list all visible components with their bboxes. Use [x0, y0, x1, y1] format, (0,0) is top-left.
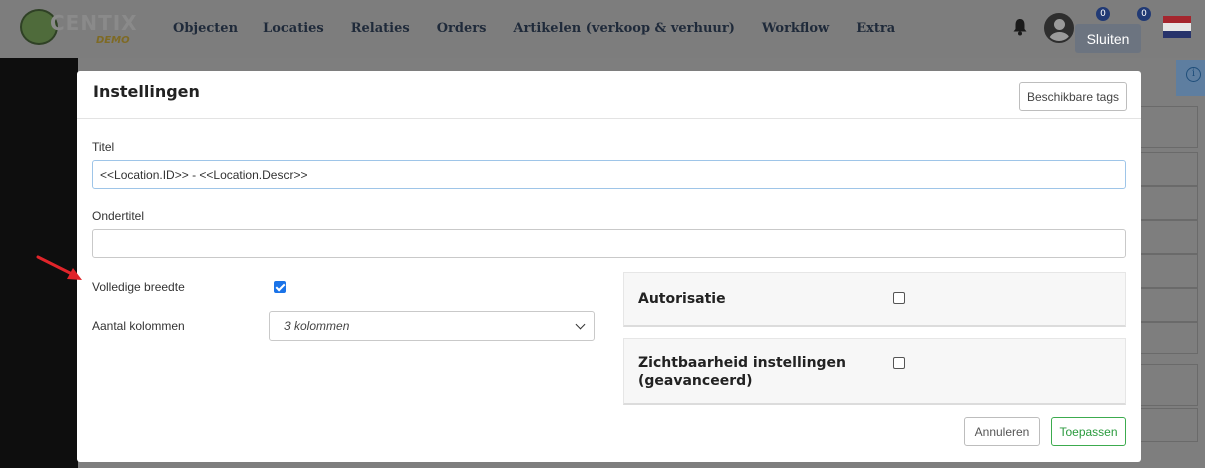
nav-item-artikelen[interactable]: Artikelen (verkoop & verhuur): [513, 21, 734, 36]
bell-icon[interactable]: [1012, 18, 1028, 36]
nav-item-orders[interactable]: Orders: [437, 21, 487, 36]
top-navbar: CENTIX DEMO Objecten Locaties Relaties O…: [0, 0, 1205, 58]
nav-item-locaties[interactable]: Locaties: [263, 21, 324, 36]
nav-item-workflow[interactable]: Workflow: [762, 21, 829, 36]
visibility-checkbox[interactable]: [893, 357, 905, 369]
notification-badge-2: 0: [1137, 7, 1151, 21]
available-tags-button[interactable]: Beschikbare tags: [1019, 82, 1127, 111]
authorization-label: Autorisatie: [638, 291, 726, 307]
centix-logo[interactable]: CENTIX DEMO: [20, 8, 140, 50]
nav-item-extra[interactable]: Extra: [856, 21, 895, 36]
columns-select[interactable]: 3 kolommen: [269, 311, 595, 341]
full-width-checkbox[interactable]: [274, 281, 286, 293]
dutch-flag-icon[interactable]: [1163, 16, 1191, 38]
visibility-label: Zichtbaarheid instellingen (geavanceerd): [638, 354, 846, 390]
modal-title: Instellingen: [93, 82, 200, 101]
nav-item-objecten[interactable]: Objecten: [173, 21, 238, 36]
full-width-label: Volledige breedte: [92, 280, 185, 294]
subtitle-label: Ondertitel: [92, 209, 145, 223]
apply-button[interactable]: Toepassen: [1051, 417, 1126, 446]
columns-select-value: 3 kolommen: [284, 319, 350, 333]
notification-badge-1: 0: [1096, 7, 1110, 21]
chevron-down-icon: [575, 319, 586, 330]
logo-demo-text: DEMO: [96, 35, 130, 46]
visibility-label-line1: Zichtbaarheid instellingen: [638, 355, 847, 371]
title-label: Titel: [92, 140, 115, 154]
annotation-arrow-icon: [36, 255, 82, 280]
modal-header: Instellingen Beschikbare tags: [77, 71, 1141, 119]
authorization-checkbox[interactable]: [893, 292, 905, 304]
logo-text: CENTIX: [50, 11, 138, 35]
subtitle-input[interactable]: [92, 229, 1126, 258]
columns-label: Aantal kolommen: [92, 319, 185, 333]
main-nav: Objecten Locaties Relaties Orders Artike…: [173, 21, 922, 36]
title-input[interactable]: <<Location.ID>> - <<Location.Descr>>: [92, 160, 1126, 189]
authorization-card: Autorisatie: [623, 272, 1126, 327]
visibility-card: Zichtbaarheid instellingen (geavanceerd): [623, 338, 1126, 405]
nav-item-relaties[interactable]: Relaties: [351, 21, 410, 36]
info-icon[interactable]: i: [1186, 67, 1201, 82]
close-button[interactable]: Sluiten: [1075, 24, 1141, 53]
cancel-button[interactable]: Annuleren: [964, 417, 1040, 446]
user-avatar-icon[interactable]: [1044, 13, 1074, 43]
settings-modal: Instellingen Beschikbare tags Titel <<Lo…: [77, 71, 1141, 462]
visibility-label-line2: (geavanceerd): [638, 373, 753, 389]
